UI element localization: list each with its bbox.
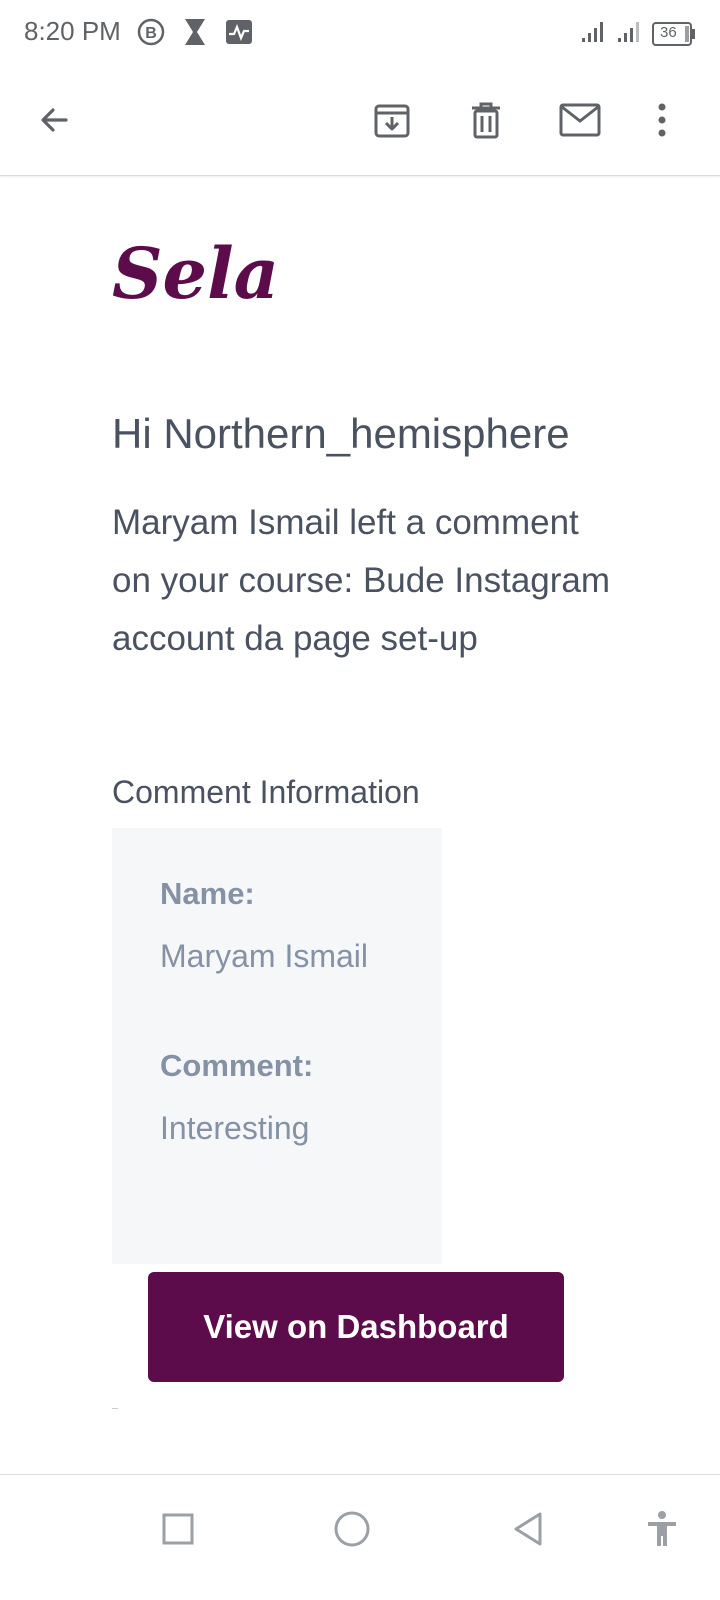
selar-logo: Selar (112, 228, 321, 318)
home-circle-icon (334, 1511, 370, 1547)
status-bar: 8:20 PM B 36 (0, 0, 720, 64)
mark-unread-button[interactable] (552, 92, 608, 148)
name-label: Name: (160, 876, 255, 911)
more-vert-icon (658, 103, 666, 137)
battery-icon: 36 (652, 21, 696, 46)
name-value: Maryam Ismail (160, 938, 369, 974)
signal-icon (580, 18, 610, 49)
system-nav-bar (0, 1474, 720, 1600)
delete-button[interactable] (458, 92, 514, 148)
home-button[interactable] (322, 1499, 382, 1559)
archive-icon (374, 104, 410, 138)
mail-icon (559, 103, 601, 137)
view-dashboard-button[interactable]: View on Dashboard (148, 1272, 564, 1382)
archive-button[interactable] (364, 92, 420, 148)
back-arrow-icon (41, 108, 68, 132)
delete-icon (472, 102, 500, 139)
battery-level: 36 (660, 23, 677, 41)
svg-text:B: B (145, 25, 157, 42)
greeting: Hi Northern_hemisphere (112, 410, 570, 457)
email-toolbar (0, 64, 720, 176)
accessibility-icon (648, 1511, 676, 1546)
accessibility-button[interactable] (632, 1499, 692, 1559)
back-button[interactable] (26, 92, 82, 148)
recents-button[interactable] (148, 1499, 208, 1559)
comment-info-box: Name: Maryam Ismail Comment: Interesting (112, 828, 442, 1264)
back-nav-button[interactable] (498, 1499, 558, 1559)
more-options-button[interactable] (634, 92, 690, 148)
hourglass-icon (182, 17, 208, 52)
logo-text: Selar (112, 232, 282, 315)
signal-icon (616, 18, 646, 49)
status-indicators: 36 (580, 18, 696, 49)
recents-square-icon (162, 1513, 194, 1545)
divider (112, 1408, 118, 1409)
back-triangle-icon (514, 1512, 542, 1546)
comment-value: Interesting (160, 1110, 310, 1146)
notification-message: Maryam Ismail left a comment on your cou… (112, 503, 611, 658)
section-title: Comment Information (112, 774, 420, 810)
b-badge-icon: B (136, 17, 166, 52)
comment-label: Comment: (160, 1048, 314, 1083)
activity-icon (224, 17, 254, 52)
status-time: 8:20 PM (24, 16, 121, 46)
